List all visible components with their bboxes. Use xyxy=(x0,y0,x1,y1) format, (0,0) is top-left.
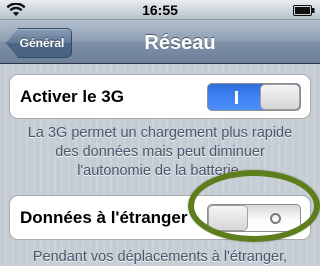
page-title: Réseau xyxy=(144,32,216,54)
battery-icon xyxy=(293,5,315,16)
data-roaming-label: Données à l'étranger xyxy=(20,208,188,227)
status-time: 16:55 xyxy=(142,2,178,18)
status-bar: 16:55 xyxy=(0,0,320,20)
enable-3g-toggle[interactable] xyxy=(207,83,301,111)
enable-3g-label: Activer le 3G xyxy=(20,87,124,106)
navigation-bar: Général Réseau xyxy=(0,20,320,64)
back-button[interactable]: Général xyxy=(6,28,72,58)
toggle-on-indicator-icon xyxy=(235,91,238,104)
data-roaming-description: Pendant vos déplacements à l'étranger, xyxy=(32,249,288,265)
highlight-circle-annotation xyxy=(188,170,320,242)
enable-3g-cell: Activer le 3G xyxy=(9,74,311,119)
toggle-knob[interactable] xyxy=(260,84,300,110)
